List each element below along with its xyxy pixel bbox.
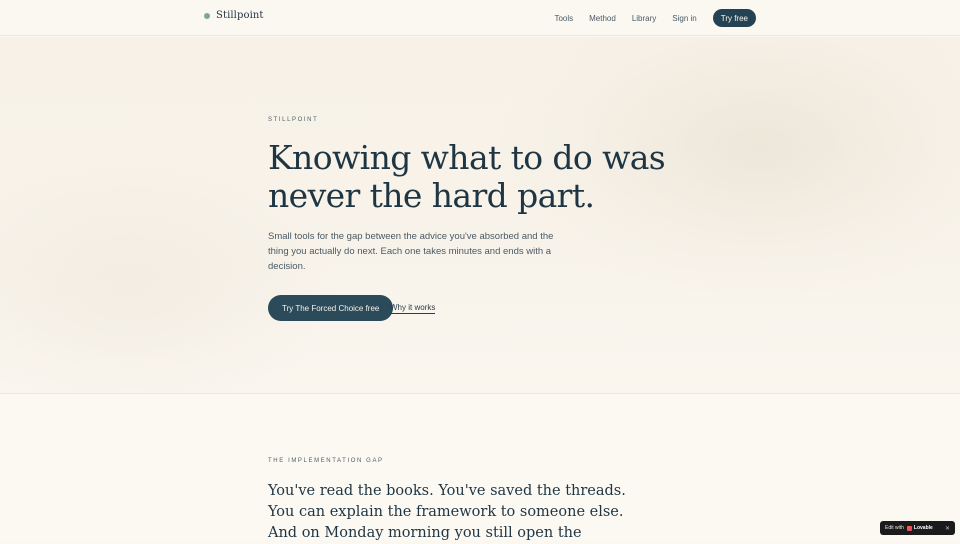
hero-title-line-2: never the hard part. (268, 176, 595, 215)
badge-brand: Lovable (913, 525, 933, 531)
hero-section: STILLPOINT Knowing what to do was never … (0, 37, 960, 393)
section-eyebrow: THE IMPLEMENTATION GAP (268, 458, 384, 464)
hero-title: Knowing what to do was never the hard pa… (268, 139, 668, 215)
implementation-gap-section: THE IMPLEMENTATION GAP You've read the b… (0, 393, 960, 541)
brand-name: Stillpoint (216, 10, 264, 21)
brand-logo[interactable]: Stillpoint (204, 10, 264, 21)
section-quote-line-1: You've read the books. You've saved the … (268, 483, 626, 499)
hero-subtitle: Small tools for the gap between the advi… (268, 231, 554, 272)
badge-prefix: Edit with (885, 525, 904, 531)
nav-link-sign-in[interactable]: Sign in (672, 14, 696, 23)
nav-links: Tools Method Library Sign in Try free (554, 9, 756, 27)
section-quote: You've read the books. You've saved the … (268, 481, 628, 544)
section-quote-line-3: And on Monday morning you still open the (268, 525, 582, 541)
why-it-works-link[interactable]: Why it works (390, 303, 436, 314)
nav-link-method[interactable]: Method (589, 14, 616, 23)
top-navigation: Stillpoint Tools Method Library Sign in … (0, 0, 960, 36)
brand-dot-icon (204, 12, 210, 19)
edit-with-lovable-badge[interactable]: Edit with Lovable ✕ (880, 521, 955, 535)
hero-eyebrow: STILLPOINT (268, 117, 319, 123)
lovable-heart-icon (906, 525, 912, 531)
hero-title-line-1: Knowing what to do was (268, 138, 666, 177)
try-free-button[interactable]: Try free (712, 9, 756, 27)
try-forced-choice-button[interactable]: Try The Forced Choice free (268, 295, 394, 321)
section-quote-line-2: You can explain the framework to someone… (268, 504, 624, 520)
nav-link-tools[interactable]: Tools (554, 14, 573, 23)
nav-link-library[interactable]: Library (632, 14, 656, 23)
close-icon[interactable]: ✕ (945, 525, 950, 532)
